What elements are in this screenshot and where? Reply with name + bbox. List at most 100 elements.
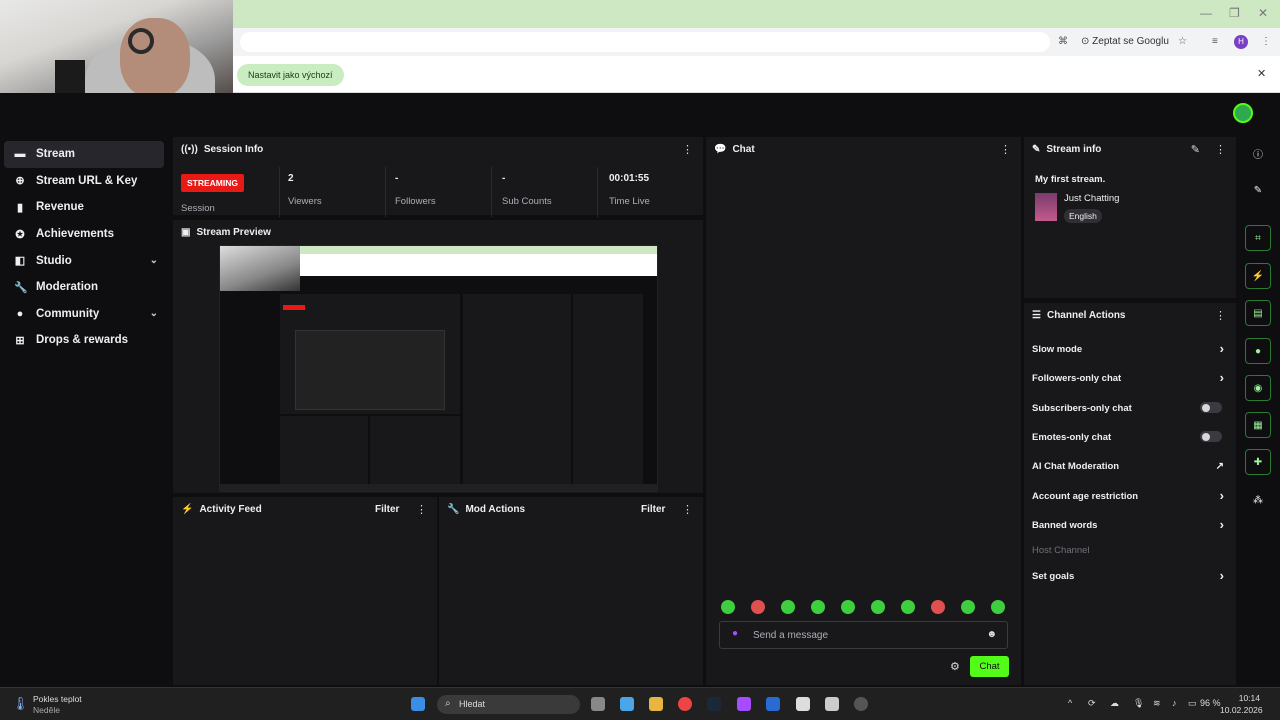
volume-icon[interactable]: ♪ [1172,698,1177,708]
sidebar-item-community[interactable]: ● Community ⌄ [4,301,164,328]
emote-icon[interactable] [811,600,825,614]
emote-icon[interactable] [751,600,765,614]
kebab-menu-icon[interactable]: ⋮ [1215,143,1226,156]
tray-chevron-icon[interactable]: ^ [1068,698,1072,708]
infobar-close-icon[interactable]: ✕ [1257,65,1266,83]
clock-time[interactable]: 10:14 [1220,693,1260,703]
weather-title[interactable]: Pokles teplot [33,694,82,704]
kebab-menu-icon[interactable]: ⋮ [1215,309,1226,322]
layers-icon[interactable]: ▦ [1245,412,1271,438]
emote-icon[interactable] [961,600,975,614]
reading-list-icon[interactable]: ≡ [1212,33,1218,51]
sidebar-item-studio[interactable]: ◧ Studio ⌄ [4,247,164,274]
action-account-age-restriction[interactable]: Account age restriction › [1032,488,1224,503]
activity-filter-button[interactable]: Filter [375,504,399,515]
weather-sub: Neděle [33,705,60,715]
sidebar-item-revenue[interactable]: ▮ Revenue [4,194,164,221]
subscribers-only-toggle[interactable] [1200,402,1222,413]
task-view-icon[interactable] [591,697,605,711]
store-icon[interactable] [825,697,839,711]
sync-icon[interactable]: ⟳ [1088,698,1096,709]
bolt-icon[interactable]: ⚡ [1245,263,1271,289]
sidebar-item-achievements[interactable]: ✪ Achievements [4,221,164,248]
sidebar-item-stream-url-key[interactable]: ⊕ Stream URL & Key [4,168,164,195]
wifi-icon[interactable]: ≋ [1153,698,1161,709]
action-banned-words[interactable]: Banned words › [1032,517,1224,532]
chevron-down-icon[interactable]: ⌄ [150,308,158,319]
emoji-icon[interactable]: ☻ [986,629,997,640]
emote-icon[interactable] [991,600,1005,614]
windows-start-icon[interactable] [411,697,425,711]
mod-filter-button[interactable]: Filter [641,504,665,515]
chat-bubble-icon[interactable]: ● [1245,338,1271,364]
action-followers-only-chat[interactable]: Followers-only chat › [1032,370,1224,385]
maximize-icon[interactable]: ❐ [1229,6,1240,20]
info-icon[interactable]: ⓘ [1245,140,1271,166]
bookmark-star-icon[interactable]: ☆ [1178,33,1187,51]
action-ai-chat-moderation[interactable]: AI Chat Moderation ↗ [1032,461,1224,472]
microphone-icon[interactable]: 🎙 [1133,698,1144,709]
action-slow-mode[interactable]: Slow mode › [1032,341,1224,356]
emotes-only-toggle[interactable] [1200,431,1222,442]
kebab-menu-icon[interactable]: ⋮ [1000,143,1011,156]
onedrive-icon[interactable]: ☁ [1110,698,1119,709]
set-default-button[interactable]: Nastavit jako výchozí [237,64,344,86]
stat-followers: - Followers [395,173,436,207]
sidebar-item-drops-rewards[interactable]: ⊞ Drops & rewards [4,327,164,354]
emote-icon[interactable] [931,600,945,614]
mic-icon[interactable]: ● [732,628,738,639]
emote-icon[interactable] [901,600,915,614]
copilot-icon[interactable] [620,697,634,711]
preview-mod [370,416,460,484]
minimize-icon[interactable]: — [1200,6,1212,20]
settings-cluster-icon[interactable]: ⁂ [1245,487,1271,513]
settings-icon[interactable] [854,697,868,711]
action-set-goals[interactable]: Set goals › [1032,568,1224,583]
file-explorer-icon[interactable] [649,697,663,711]
steam-icon[interactable] [707,697,721,711]
preview-right [573,294,643,484]
screenshot-icon[interactable]: ⌗ [1245,225,1271,251]
ask-google-button[interactable]: ⊙ Zeptat se Googlu [1081,33,1169,51]
user-avatar[interactable] [1233,103,1253,123]
emote-icon[interactable] [841,600,855,614]
profile-avatar[interactable]: H [1234,35,1248,49]
chat-header: 💬 Chat [714,144,755,155]
url-field[interactable] [240,32,1050,52]
broadcast-icon[interactable]: ◉ [1245,375,1271,401]
preview-taskbar [220,484,657,491]
action-subscribers-only-chat: Subscribers-only chat [1032,402,1224,414]
app-icon[interactable] [737,697,751,711]
emote-icon[interactable] [721,600,735,614]
browser-menu-icon[interactable]: ⋮ [1261,33,1271,51]
kebab-menu-icon[interactable]: ⋮ [682,503,693,516]
taskbar-search[interactable]: ⌕ Hledat [437,695,580,714]
translate-icon[interactable]: ⌘ [1058,33,1068,51]
wrench-icon[interactable]: ✚ [1245,449,1271,475]
sidebar-item-stream[interactable]: ▬ Stream [4,141,164,168]
stream-preview-video[interactable] [219,245,658,492]
chrome-icon[interactable] [678,697,692,711]
mail-icon[interactable] [766,697,780,711]
chevron-down-icon[interactable]: ⌄ [150,255,158,266]
document-icon[interactable]: ▤ [1245,300,1271,326]
kebab-menu-icon[interactable]: ⋮ [682,143,693,156]
sidebar-item-moderation[interactable]: 🔧 Moderation [4,274,164,301]
category-name[interactable]: Just Chatting [1064,193,1119,204]
emote-icon[interactable] [781,600,795,614]
edit-icon[interactable]: ✎ [1191,143,1200,156]
emote-icon[interactable] [871,600,885,614]
taskbar-search-label: Hledat [459,699,486,709]
chat-input[interactable]: ● Send a message ☻ [719,621,1008,649]
edit-pencil-icon[interactable]: ✎ [1245,177,1271,203]
preview-sidebar [220,294,278,484]
stat-time-live: 00:01:55 Time Live [609,173,650,207]
close-window-icon[interactable]: ✕ [1258,6,1268,20]
preview-streaming-badge [283,305,305,310]
chat-send-button[interactable]: Chat [970,656,1009,677]
kebab-menu-icon[interactable]: ⋮ [416,503,427,516]
battery-level: 96 % [1200,698,1221,708]
chat-settings-gear-icon[interactable]: ⚙ [950,660,960,673]
channel-actions-header: ☰ Channel Actions [1032,310,1126,321]
notepad-icon[interactable] [796,697,810,711]
